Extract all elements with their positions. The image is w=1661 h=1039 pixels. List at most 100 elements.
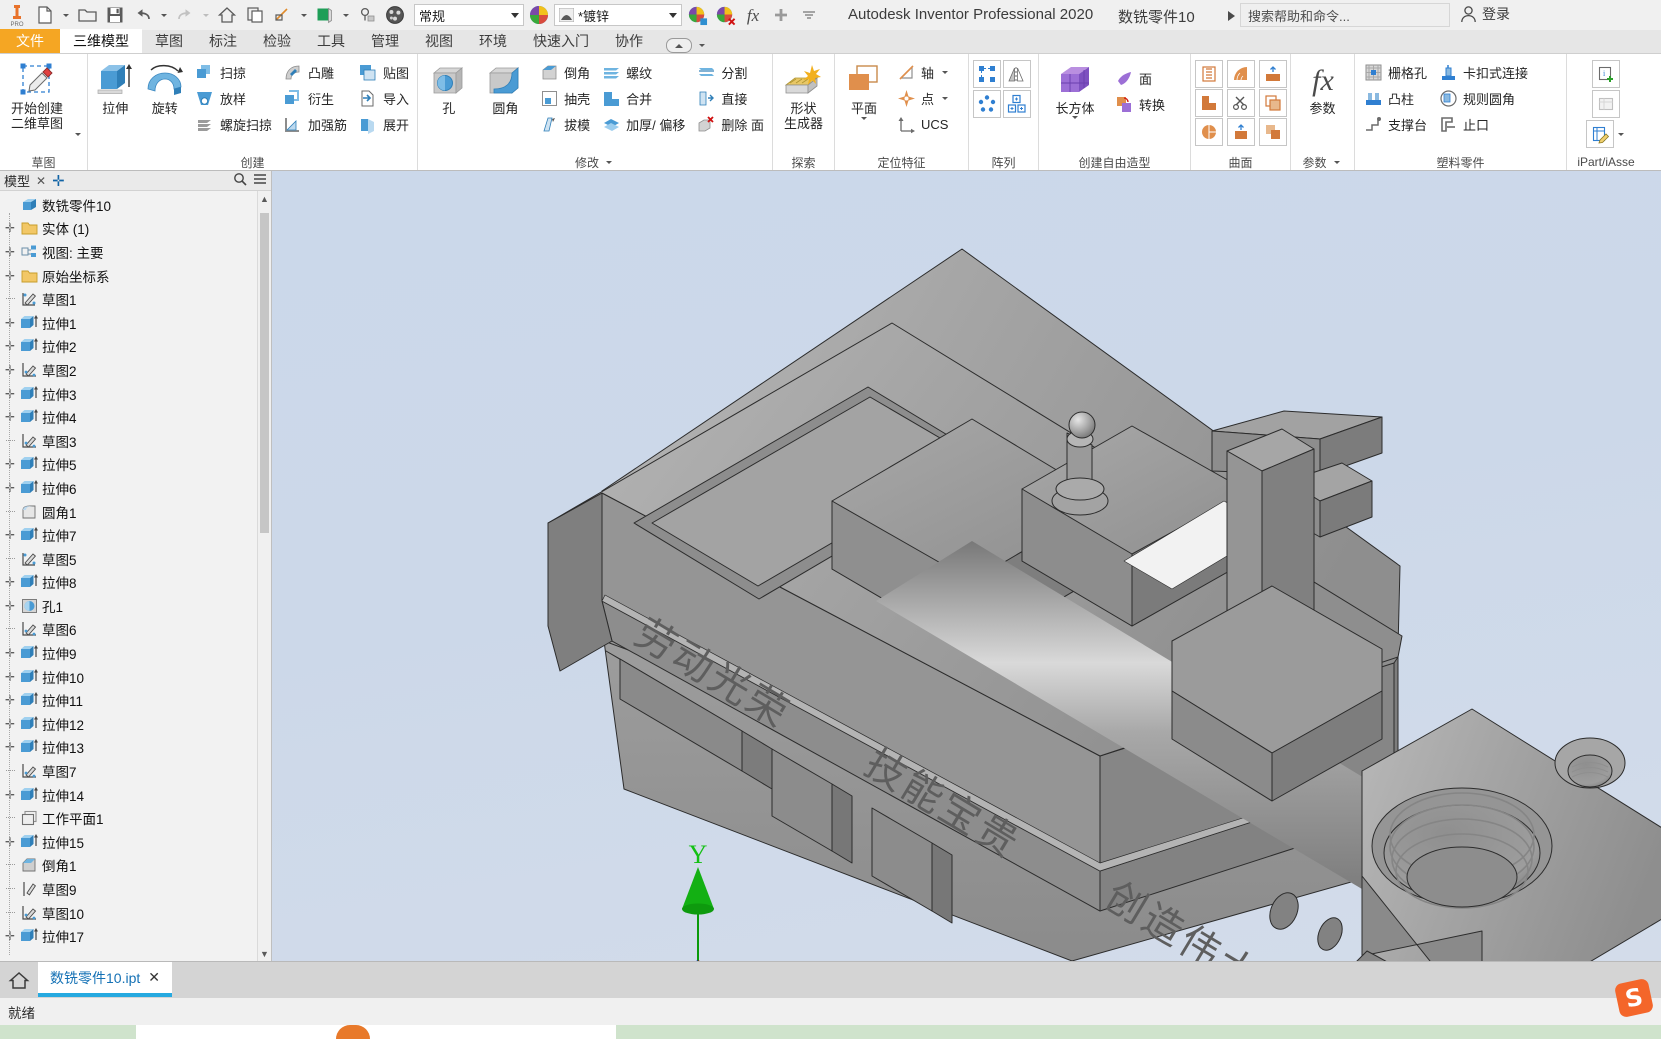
extend-icon[interactable] (1259, 60, 1287, 88)
tree-expand-icon[interactable]: ✛ (2, 528, 18, 542)
material-combo[interactable]: 常规 (414, 4, 524, 26)
ucs-button[interactable]: UCS (891, 111, 956, 137)
replace-face-icon[interactable] (1227, 118, 1255, 146)
tree-item[interactable]: 工作平面1 (0, 806, 271, 830)
tree-item[interactable]: ✛ 拉伸8 (0, 571, 271, 595)
tree-item[interactable]: ✛ 拉伸14 (0, 783, 271, 807)
material-icon[interactable] (312, 2, 338, 28)
tree-item[interactable]: ✛ 拉伸4 (0, 405, 271, 429)
tree-item[interactable]: 圆角1 (0, 500, 271, 524)
select-icon[interactable] (354, 2, 380, 28)
tab-manage[interactable]: 管理 (358, 29, 412, 53)
new-file-dropdown-icon[interactable] (63, 13, 69, 17)
tree-expand-icon[interactable]: ✛ (2, 363, 18, 377)
appearance-combo[interactable]: *镀锌 (554, 4, 682, 26)
tree-expand-icon[interactable]: ✛ (2, 457, 18, 471)
new-file-icon[interactable] (32, 2, 58, 28)
search-icon[interactable] (233, 172, 247, 189)
work-point-button[interactable]: 点 (891, 85, 956, 111)
derive-button[interactable]: 衍生 (278, 85, 352, 111)
hamburger-icon[interactable] (253, 172, 267, 189)
emboss-button[interactable]: 凸雕 (278, 59, 352, 85)
ribbon-display-dropdown-icon[interactable] (699, 44, 705, 47)
undo-dropdown-icon[interactable] (161, 13, 167, 17)
revolve-button[interactable]: 旋转 (140, 59, 188, 116)
undo-icon[interactable] (130, 2, 156, 28)
sweep-button[interactable]: 扫掠 (190, 59, 277, 85)
tree-expand-icon[interactable]: ✛ (2, 740, 18, 754)
tab-environment[interactable]: 环境 (466, 29, 520, 53)
tree-item[interactable]: ✛ 拉伸5 (0, 453, 271, 477)
tree-item[interactable]: ✛ 草图2 (0, 358, 271, 382)
grill-button[interactable]: 栅格孔 (1358, 59, 1432, 85)
scrollbar-thumb[interactable] (260, 213, 269, 533)
hole-button[interactable]: 孔 (421, 59, 477, 116)
shape-generator-button[interactable]: 形状 生成器 (776, 59, 831, 131)
copy-icon[interactable] (242, 2, 268, 28)
thicken-offset-button[interactable]: 加厚/ 偏移 (596, 111, 690, 137)
adjust-appearance-icon[interactable] (684, 2, 710, 28)
tree-expand-icon[interactable]: ✛ (2, 670, 18, 684)
tree-expand-icon[interactable]: ✛ (2, 245, 18, 259)
tab-model3d[interactable]: 三维模型 (60, 29, 142, 53)
rectangular-pattern-icon[interactable] (973, 60, 1001, 88)
draft-button[interactable]: 拔模 (534, 111, 595, 137)
tree-item[interactable]: 草图9 (0, 877, 271, 901)
tree-item[interactable]: ✛ 拉伸6 (0, 476, 271, 500)
close-icon[interactable]: ✕ (36, 174, 46, 188)
tree-item[interactable]: 倒角1 (0, 854, 271, 878)
document-tab[interactable]: 数铣零件10.ipt ✕ (38, 962, 172, 997)
tab-collaborate[interactable]: 协作 (602, 29, 656, 53)
tree-item[interactable]: ✛ 拉伸17 (0, 924, 271, 948)
copy-object-icon[interactable] (1259, 118, 1287, 146)
tree-expand-icon[interactable]: ✛ (2, 410, 18, 424)
rest-button[interactable]: 支撑台 (1358, 111, 1432, 137)
delete-face-button[interactable]: 删除 面 (691, 111, 769, 137)
tab-getstarted[interactable]: 快速入门 (520, 29, 602, 53)
tree-item[interactable]: 草图3 (0, 429, 271, 453)
fillet-button[interactable]: 圆角 (478, 59, 534, 116)
boss-button[interactable]: 凸柱 (1358, 85, 1432, 111)
freeform-convert-button[interactable]: 转换 (1109, 91, 1170, 117)
tree-item[interactable]: ✛ 拉伸9 (0, 641, 271, 665)
title-expand-icon[interactable] (1228, 11, 1235, 21)
unfold-button[interactable]: 展开 (353, 111, 414, 137)
tab-inspect[interactable]: 检验 (250, 29, 304, 53)
open-file-icon[interactable] (74, 2, 100, 28)
parameters-button[interactable]: fx 参数 (1295, 59, 1351, 116)
tree-expand-icon[interactable]: ✛ (2, 646, 18, 660)
direct-button[interactable]: 直接 (691, 85, 769, 111)
start-2d-sketch-button[interactable]: 开始创建 二维草图 (3, 59, 71, 131)
sketch-driven-pattern-icon[interactable] (1003, 90, 1031, 118)
work-plane-dropdown-icon[interactable] (861, 117, 867, 120)
sculpt-icon[interactable] (1227, 89, 1255, 117)
decal-button[interactable]: 贴图 (353, 59, 414, 85)
tab-view[interactable]: 视图 (412, 29, 466, 53)
tree-item[interactable]: 草图7 (0, 759, 271, 783)
import-button[interactable]: 导入 (353, 85, 414, 111)
ruled-surface-icon[interactable] (1227, 60, 1255, 88)
tree-item[interactable]: ✛ 拉伸7 (0, 523, 271, 547)
tree-expand-icon[interactable]: ✛ (2, 339, 18, 353)
start-2d-sketch-dropdown-icon[interactable] (75, 133, 81, 136)
tree-item[interactable]: 草图6 (0, 618, 271, 642)
rib-button[interactable]: 加强筋 (278, 111, 352, 137)
freeform-face-button[interactable]: 面 (1109, 65, 1170, 91)
stitch-icon[interactable] (1195, 60, 1223, 88)
work-axis-button[interactable]: 轴 (891, 59, 956, 85)
appearance-ball-icon-2[interactable] (526, 2, 552, 28)
combine-button[interactable]: 合并 (596, 85, 690, 111)
mirror-icon[interactable] (1003, 60, 1031, 88)
customize-qat-icon[interactable] (796, 2, 822, 28)
appearance-ball-icon[interactable] (382, 2, 408, 28)
chevron-down-icon[interactable] (669, 12, 677, 18)
ribbon-collapse-button[interactable] (666, 38, 692, 53)
sign-in-button[interactable]: 登录 (1460, 4, 1510, 24)
shell-button[interactable]: 抽壳 (534, 85, 595, 111)
home-icon[interactable] (214, 2, 240, 28)
tree-item[interactable]: ✛ 孔1 (0, 594, 271, 618)
freeform-box-button[interactable]: 长方体 (1042, 59, 1108, 119)
patch-icon[interactable] (1259, 89, 1287, 117)
tree-expand-icon[interactable]: ✛ (2, 269, 18, 283)
tree-item[interactable]: ✛ 拉伸3 (0, 382, 271, 406)
